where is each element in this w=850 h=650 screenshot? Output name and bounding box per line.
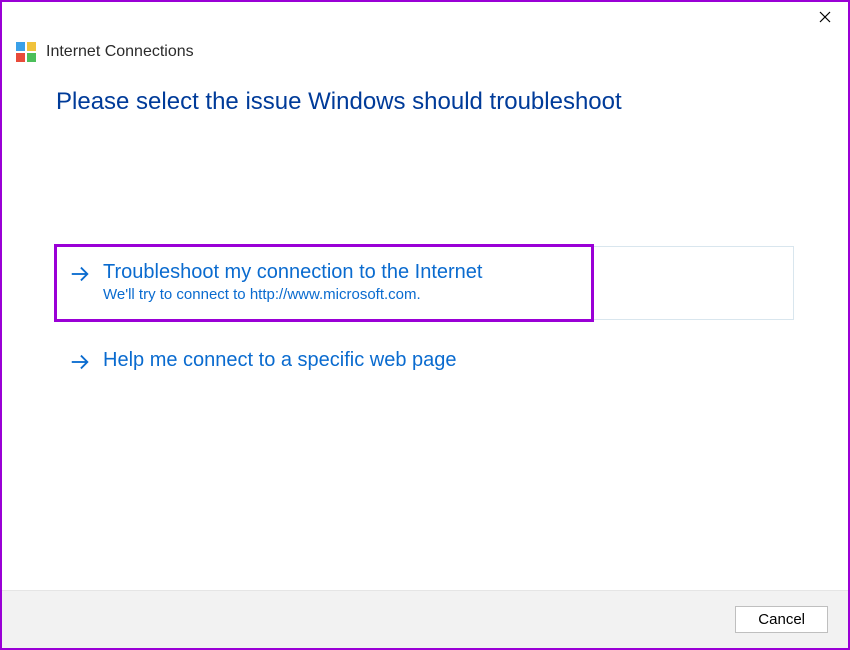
close-button[interactable] — [802, 2, 848, 32]
option-troubleshoot-internet[interactable]: Troubleshoot my connection to the Intern… — [56, 246, 794, 320]
content-area: Please select the issue Windows should t… — [2, 72, 848, 590]
option-container: Troubleshoot my connection to the Intern… — [56, 246, 794, 320]
close-icon — [819, 11, 831, 23]
spacer — [56, 320, 794, 334]
option-title: Troubleshoot my connection to the Intern… — [103, 261, 482, 284]
option-subtitle: We'll try to connect to http://www.micro… — [103, 286, 482, 303]
arrow-right-icon — [69, 351, 91, 373]
page-heading: Please select the issue Windows should t… — [56, 88, 794, 116]
option-text: Help me connect to a specific web page — [103, 349, 457, 372]
option-text: Troubleshoot my connection to the Intern… — [103, 261, 482, 303]
arrow-right-icon — [69, 263, 91, 285]
cancel-button[interactable]: Cancel — [735, 606, 828, 633]
troubleshooter-icon — [16, 42, 36, 62]
titlebar — [2, 2, 848, 40]
wizard-window: Internet Connections Please select the i… — [0, 0, 850, 650]
option-connect-specific-page[interactable]: Help me connect to a specific web page — [56, 334, 794, 390]
option-title: Help me connect to a specific web page — [103, 349, 457, 372]
app-title: Internet Connections — [46, 43, 194, 61]
footer: Cancel — [2, 590, 848, 648]
header-row: Internet Connections — [2, 40, 848, 72]
